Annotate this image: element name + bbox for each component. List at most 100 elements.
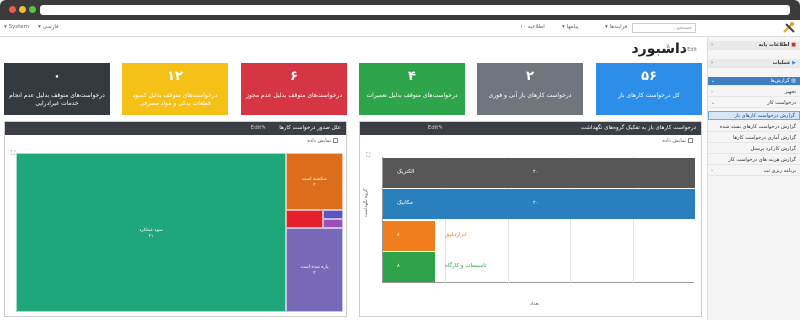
sidebar-item-label: تجهیز: [784, 89, 796, 95]
stat-card-total-open[interactable]: ۵۶ کل درخواست کارهای باز: [596, 63, 702, 115]
page-title: داشبورد: [631, 41, 688, 57]
stat-value: ۶: [290, 69, 298, 84]
stat-label: درخواست‌های متوقف بدلیل تعمیرات: [366, 92, 458, 99]
sidebar-item-closed-requests-report[interactable]: گزارش درخواست کارهای بسته شده: [708, 123, 800, 132]
treemap-cell-value: ۳: [313, 182, 316, 188]
sidebar-item-label: برنامه ریزی نت: [763, 168, 796, 174]
x-axis-title: تعداد: [530, 302, 540, 307]
system-menu[interactable]: ▾ System: [4, 24, 29, 30]
language-menu[interactable]: ▾ فارسی: [38, 24, 59, 30]
processes-menu[interactable]: ▾ فرایندها: [605, 24, 627, 30]
show-data-toggle[interactable]: نمایش داده: [662, 138, 693, 144]
panel-edit-label: Edit: [250, 125, 262, 131]
sidebar-item-label: گزارش درخواست کارهای باز: [734, 113, 795, 119]
sidebar-item-label: اطلاعات پایه: [758, 42, 790, 48]
play-icon: ▶: [790, 60, 796, 66]
chart-icon: ▥: [789, 78, 796, 84]
messages-label: پیامها: [566, 24, 579, 30]
sidebar-item-label: گزارش‌ها: [770, 78, 790, 84]
stat-card-urgent[interactable]: ۲ درخواست کارهای باز آنی و فوری: [477, 63, 583, 115]
bar-value-label: ۲۰: [533, 200, 539, 207]
sidebar-item-open-requests-report[interactable]: گزارش درخواست کارهای باز: [708, 111, 800, 120]
panel-title: درخواست کارهای باز به تفکیک گروه‌های نگه…: [580, 125, 696, 131]
page-edit-link[interactable]: ✎Edit: [683, 47, 697, 53]
stat-card-stopped-parts[interactable]: ۱۲ درخواست‌های متوقف بدلیل کمبود قطعات ی…: [122, 63, 228, 115]
treemap-cell[interactable]: پاره شده است ۳: [286, 228, 343, 312]
sidebar-item-label: گزارش آماری درخواست کارها: [732, 135, 796, 141]
panel-header: علل صدور درخواست کارها ✎Edit: [5, 122, 346, 135]
stat-value: ۱۲: [167, 69, 183, 84]
stat-value: ۴: [408, 69, 416, 84]
messages-menu[interactable]: ▾ پیامها: [562, 24, 579, 30]
chevron-right-icon: ‹: [711, 60, 714, 66]
bar[interactable]: [383, 189, 695, 220]
sidebar-item-operations[interactable]: ‹ ▶ عملیات: [708, 59, 800, 68]
sidebar-item-statistics-report[interactable]: گزارش آماری درخواست کارها: [708, 134, 800, 143]
sidebar-item-label: عملیات: [772, 60, 791, 66]
treemap-chart: سوء عملکرد ۲۱ شکسته است ۳ پاره شده است ۳: [16, 153, 343, 312]
y-axis-title: گروه نگهداشت: [364, 188, 369, 217]
bar-value-label: ۸: [397, 263, 400, 270]
chevron-right-icon: ‹: [711, 42, 714, 48]
address-bar[interactable]: [40, 5, 790, 15]
expand-icon[interactable]: ⛶: [11, 150, 15, 158]
treemap-cell-label: شکسته است: [302, 176, 327, 182]
panel-edit-link[interactable]: ✎Edit: [428, 122, 443, 135]
bar-category-label: تاسیسات و کارگاه: [445, 263, 487, 270]
panel-edit-link[interactable]: ✎Edit: [251, 122, 266, 135]
search-input[interactable]: جستجو...: [632, 23, 696, 33]
bar[interactable]: [383, 220, 436, 251]
stat-card-stopped-services[interactable]: ۰ درخواست‌های متوقف بدلیل عدم انجام خدما…: [4, 63, 110, 115]
bar[interactable]: [383, 157, 695, 188]
sidebar-item-label: درخواست کار: [767, 100, 796, 106]
browser-titlebar: [0, 0, 800, 20]
panel-title: علل صدور درخواست کارها: [279, 125, 341, 131]
sidebar-item-label: گزارش کارکرد پرسنل: [750, 146, 796, 152]
treemap-cell-value: ۳: [313, 271, 316, 276]
stat-label: درخواست کارهای باز آنی و فوری: [488, 92, 572, 99]
expand-icon[interactable]: ⛶: [366, 152, 370, 160]
sidebar-item-base-info[interactable]: ‹ ■ اطلاعات پایه: [708, 41, 800, 50]
stat-card-stopped-permit[interactable]: ۶ درخواست‌های متوقف بدلیل عدم مجوز: [241, 63, 347, 115]
sidebar-item-reports[interactable]: ⌄ ▥ گزارش‌ها: [708, 77, 800, 86]
treemap-cell[interactable]: [323, 219, 343, 228]
sidebar-item-cost-report[interactable]: گزارش هزینه های درخواست کار: [708, 156, 800, 165]
close-window-icon[interactable]: [9, 6, 16, 13]
treemap-cell[interactable]: سوء عملکرد ۲۱: [16, 153, 286, 312]
chevron-down-icon: ⌄: [711, 78, 716, 84]
checkbox[interactable]: [333, 138, 338, 143]
sidebar-item-label: گزارش درخواست کارهای بسته شده: [719, 124, 796, 130]
treemap-cell-label: پاره شده است: [300, 265, 329, 270]
bar-chart-plot: ۲۰ الکتریک ۲۰ مکانیک ۸ ابزاردقیق ۸ تاسیسات و کا…: [382, 157, 695, 283]
show-data-label: نمایش داده: [662, 138, 686, 144]
stat-label: درخواست‌های متوقف بدلیل عدم مجوز: [245, 92, 342, 99]
app-logo-icon[interactable]: [782, 22, 796, 34]
notifications-menu[interactable]: ۱۰ اطلاعیه: [520, 24, 545, 30]
maximize-window-icon[interactable]: [29, 6, 36, 13]
top-navbar: ▾ System ▾ فارسی ۱۰ اطلاعیه ▾ پیامها ▾ ف…: [0, 20, 800, 37]
main-content: داشبورد ✎Edit ۵۶ کل درخواست کارهای باز ۲…: [0, 37, 707, 320]
checkbox[interactable]: [688, 138, 693, 143]
notifications-label: ۱۰ اطلاعیه: [520, 24, 545, 30]
bar[interactable]: [383, 252, 436, 283]
treemap-cell[interactable]: شکسته است ۳: [286, 153, 343, 210]
bar-category-label: الکتریک: [397, 168, 415, 175]
treemap-cell[interactable]: [286, 210, 323, 228]
stat-value: ۲: [526, 69, 534, 84]
stat-value: ۰: [53, 69, 61, 84]
minimize-window-icon[interactable]: [19, 6, 26, 13]
sidebar-item-personnel-report[interactable]: گزارش کارکرد پرسنل: [708, 145, 800, 154]
panel-open-requests-by-group: درخواست کارهای باز به تفکیک گروه‌های نگه…: [359, 121, 702, 317]
show-data-toggle[interactable]: نمایش داده: [307, 138, 338, 144]
treemap-cell[interactable]: [323, 210, 343, 219]
panel-request-causes: علل صدور درخواست کارها ✎Edit نمایش داده …: [4, 121, 347, 317]
stat-label: کل درخواست کارهای باز: [618, 92, 680, 99]
stat-card-stopped-repairs[interactable]: ۴ درخواست‌های متوقف بدلیل تعمیرات: [359, 63, 465, 115]
stat-value: ۵۶: [641, 69, 657, 84]
sidebar-item-pm-planning[interactable]: ‹ برنامه ریزی نت: [708, 167, 800, 176]
sidebar-item-work-request[interactable]: ⌄ درخواست کار: [708, 99, 800, 108]
bar-value-label: ۲۰: [533, 168, 539, 175]
grid-icon: ■: [789, 42, 796, 48]
sidebar-item-equipment[interactable]: ‹ تجهیز: [708, 88, 800, 97]
bar-value-label: ۸: [397, 231, 400, 238]
